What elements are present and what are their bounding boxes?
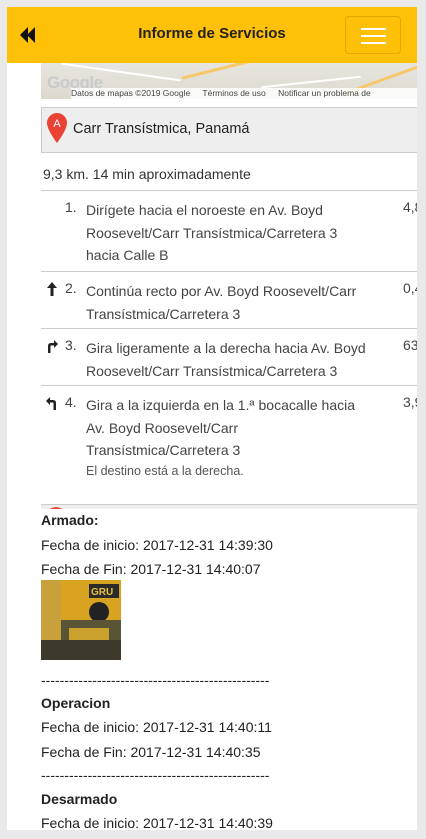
step-instruction: Continúa recto por Av. Boyd Roosevelt/Ca… — [86, 280, 398, 325]
map-data-label: Datos de mapas ©2019 Google — [71, 88, 191, 98]
operacion-start: Fecha de inicio: 2017-12-31 14:40:11 — [41, 719, 272, 735]
hamburger-bar — [361, 35, 386, 37]
armado-start: Fecha de inicio: 2017-12-31 14:39:30 — [41, 537, 273, 553]
step-line: Transístmica/Carretera 3 — [86, 442, 241, 458]
step-distance: 4,8 — [403, 199, 417, 215]
armado-end: Fecha de Fin: 2017-12-31 14:40:07 — [41, 561, 261, 577]
step-distance: 63 — [403, 337, 417, 353]
service-photo[interactable]: GRU — [41, 580, 121, 660]
direction-step[interactable]: 1. Dirígete hacia el noroeste en Av. Boy… — [41, 191, 417, 272]
marker-b-icon — [46, 507, 66, 509]
step-number: 2. — [65, 280, 77, 296]
turn-left-icon — [45, 395, 59, 411]
step-distance: 3,9 — [403, 394, 417, 410]
route-summary: 9,3 km. 14 min aproximadamente — [43, 166, 251, 182]
terms-link[interactable]: Términos de uso — [202, 88, 265, 98]
top-bar: Informe de Servicios — [7, 7, 417, 63]
section-title-armado: Armado: — [41, 512, 99, 528]
step-line: Gira ligeramente a la derecha hacia Av. … — [86, 340, 366, 356]
section-title-operacion: Operacion — [41, 695, 111, 711]
hamburger-icon — [361, 28, 386, 30]
step-number: 4. — [65, 394, 77, 410]
step-instruction: Gira a la izquierda en la 1.ª bocacalle … — [86, 394, 398, 462]
step-distance: 0,4 — [403, 280, 417, 296]
step-line: Transístmica/Carretera 3 — [86, 305, 241, 322]
step-line: Roosevelt/Carr Transístmica/Carretera 3 — [86, 224, 338, 241]
step-line: Continúa recto por Av. Boyd Roosevelt/Ca… — [86, 283, 357, 299]
photo-image: GRU — [41, 580, 121, 660]
step-line: Dirígete hacia el noroeste en Av. Boyd — [86, 202, 323, 218]
map-attribution: Datos de mapas ©2019 Google Términos de … — [71, 88, 417, 99]
step-number: 3. — [65, 337, 77, 353]
marker-a-icon: A — [47, 113, 67, 143]
step-instruction: Gira ligeramente a la derecha hacia Av. … — [86, 337, 398, 382]
destination-row[interactable] — [41, 504, 417, 509]
operacion-end: Fecha de Fin: 2017-12-31 14:40:35 — [41, 744, 261, 760]
marker-letter: A — [53, 118, 61, 130]
map-road — [181, 63, 261, 80]
section-title-desarmado: Desarmado — [41, 791, 118, 807]
step-instruction: Dirígete hacia el noroeste en Av. Boyd R… — [86, 199, 398, 267]
separator: ----------------------------------------… — [41, 672, 270, 688]
directions-panel[interactable]: Google Datos de mapas ©2019 Google Térmi… — [7, 63, 417, 509]
direction-step[interactable]: 4. Gira a la izquierda en la 1.ª bocacal… — [41, 386, 417, 504]
desarmado-start: Fecha de inicio: 2017-12-31 14:40:39 — [41, 815, 273, 830]
map-view[interactable]: Google Datos de mapas ©2019 Google Térmi… — [41, 63, 417, 99]
origin-address: Carr Transístmica, Panamá — [73, 121, 250, 137]
direction-step[interactable]: 2. Continúa recto por Av. Boyd Roosevelt… — [41, 272, 417, 329]
svg-text:GRU: GRU — [91, 587, 113, 598]
origin-row[interactable]: A Carr Transístmica, Panamá — [41, 107, 417, 153]
separator: ----------------------------------------… — [41, 767, 270, 783]
menu-button[interactable] — [345, 16, 401, 54]
step-line: Roosevelt/Carr Transístmica/Carretera 3 — [86, 362, 338, 379]
direction-step[interactable]: 3. Gira ligeramente a la derecha hacia A… — [41, 329, 417, 386]
report-link[interactable]: Notificar un problema de — [278, 88, 371, 98]
app-frame: Informe de Servicios Google Datos de map… — [7, 7, 417, 830]
turn-slight-right-icon — [45, 338, 59, 354]
step-line: hacia Calle B — [86, 247, 169, 263]
arrow-up-icon — [45, 281, 59, 297]
step-line: Av. Boyd Roosevelt/Carr — [86, 419, 238, 436]
step-note: El destino está a la derecha. — [86, 464, 244, 478]
hamburger-bar — [361, 42, 386, 44]
map-road — [261, 75, 361, 89]
step-number: 1. — [65, 199, 77, 215]
step-line: Gira a la izquierda en la 1.ª bocacalle … — [86, 397, 356, 413]
